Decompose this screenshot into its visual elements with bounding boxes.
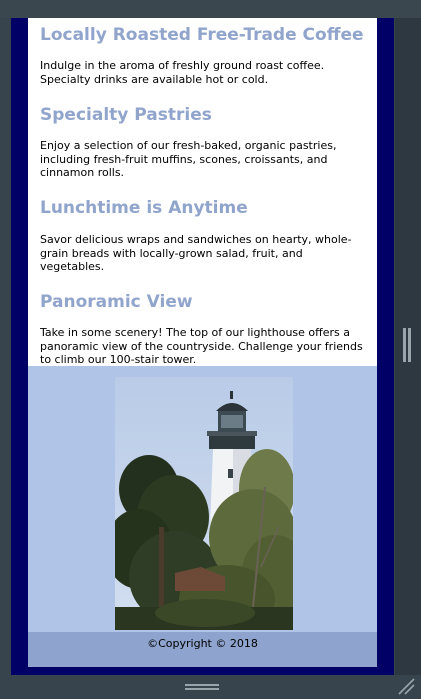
section-heading-pastries: Specialty Pastries (40, 105, 212, 125)
section-text-lunchtime: Savor delicious wraps and sandwiches on … (40, 233, 352, 273)
footer: ©Copyright © 2018 (28, 632, 377, 667)
lighthouse-photo (115, 377, 293, 630)
section-text-coffee: Indulge in the aroma of freshly ground r… (40, 59, 325, 86)
section-text-pastries: Enjoy a selection of our fresh-baked, or… (40, 139, 337, 179)
top-strip (0, 0, 421, 18)
vertical-grip-icon[interactable] (403, 328, 411, 362)
copyright-text: ©Copyright © 2018 (147, 637, 258, 650)
section-heading-lunchtime: Lunchtime is Anytime (40, 198, 248, 218)
resize-grip-icon[interactable] (397, 678, 415, 695)
footer-bottom-border (28, 667, 377, 675)
image-area (28, 366, 377, 632)
horizontal-grip-icon[interactable] (185, 684, 219, 692)
main-content: Locally Roasted Free-Trade Coffee Indulg… (28, 18, 377, 366)
section-heading-panoramic: Panoramic View (40, 292, 193, 312)
section-heading-coffee: Locally Roasted Free-Trade Coffee (40, 25, 364, 45)
device-frame: Locally Roasted Free-Trade Coffee Indulg… (0, 0, 421, 695)
section-text-panoramic: Take in some scenery! The top of our lig… (40, 326, 363, 366)
